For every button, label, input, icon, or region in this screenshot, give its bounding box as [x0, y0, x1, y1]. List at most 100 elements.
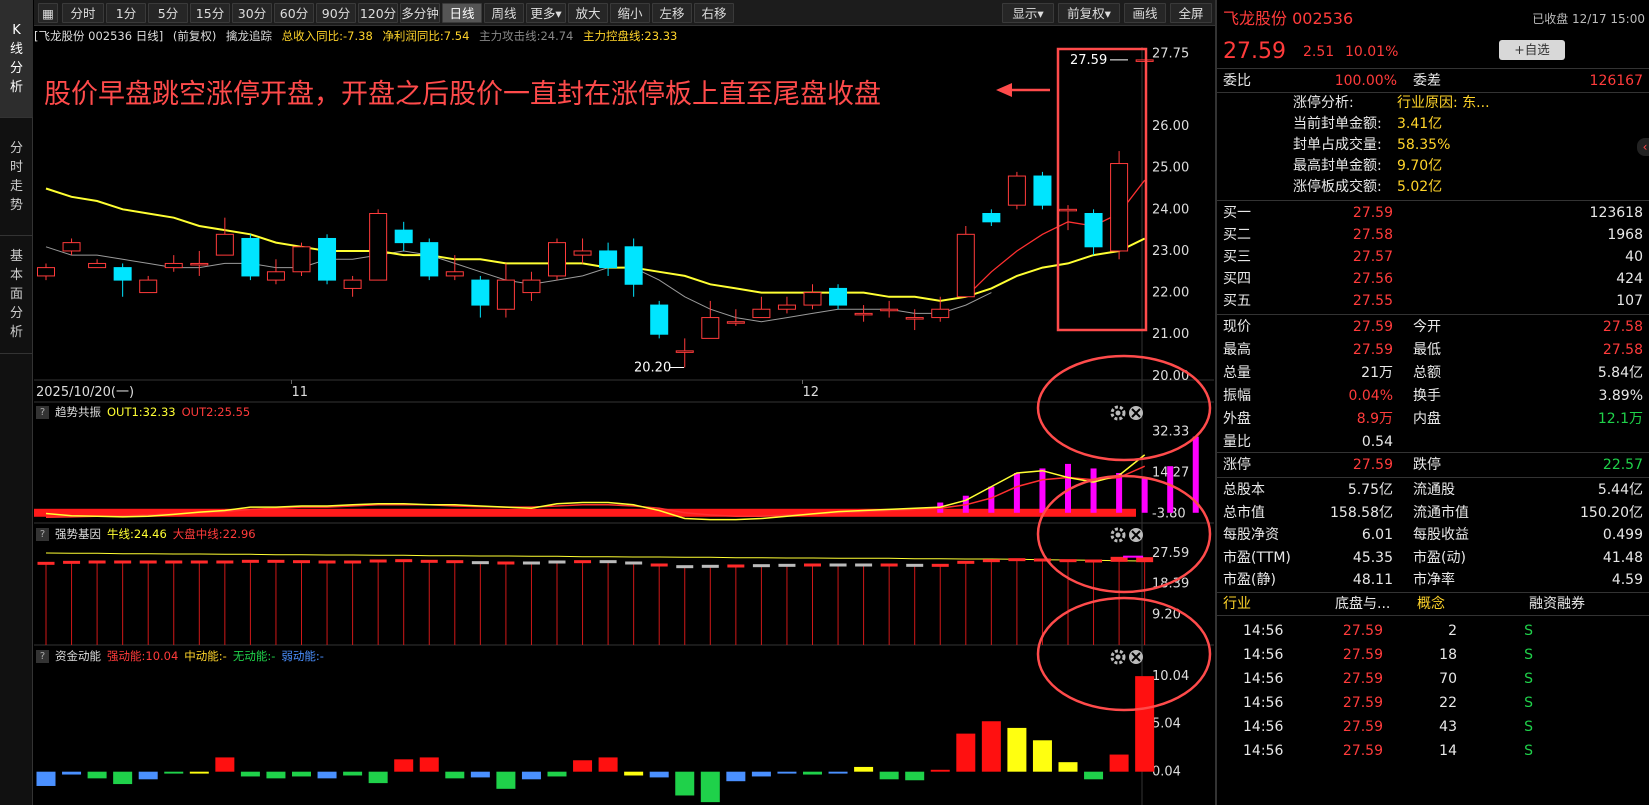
- tick-volume: 2: [1448, 623, 1457, 639]
- toolbar-more-button[interactable]: 更多▾: [526, 3, 566, 23]
- toolbar-m90-button[interactable]: 90分: [316, 3, 356, 23]
- fund-label: 总市值: [1223, 504, 1265, 521]
- add-favorite-button[interactable]: +自选: [1499, 40, 1565, 60]
- tick-price: 27.59: [1342, 719, 1383, 735]
- toolbar-m60-button[interactable]: 60分: [274, 3, 314, 23]
- stat-label: 量比: [1223, 434, 1251, 450]
- stat-value: 27.59: [1352, 342, 1393, 358]
- fund-label: 总股本: [1223, 482, 1265, 498]
- p3-bar: [240, 771, 260, 777]
- toolbar-fuquan-button[interactable]: 前复权▾: [1058, 3, 1120, 23]
- candle[interactable]: [292, 242, 311, 276]
- price-tick-label: 21.00: [1152, 327, 1189, 342]
- limit-up-value: 9.70亿: [1397, 158, 1443, 174]
- candle[interactable]: [318, 234, 337, 285]
- panel1-title[interactable]: 趋势共振: [55, 405, 101, 419]
- fund-label: 市盈(TTM): [1223, 549, 1291, 566]
- tick-side: S: [1524, 743, 1533, 759]
- p3-bar: [113, 771, 133, 785]
- toolbar-right-button[interactable]: 右移: [694, 3, 734, 23]
- limit-up-label: 当前封单金额:: [1293, 116, 1382, 132]
- bid-volume: 40: [1625, 249, 1643, 265]
- help-icon[interactable]: ?: [36, 406, 49, 419]
- info-tabs: 行业 底盘与... 概念 融资融券: [1217, 593, 1649, 615]
- tick-volume: 18: [1439, 647, 1457, 663]
- toolbar-m30-button[interactable]: 30分: [232, 3, 272, 23]
- fuquan-label: (前复权): [172, 29, 217, 43]
- info-tab-0[interactable]: 行业: [1223, 593, 1251, 615]
- collapse-arrow-icon[interactable]: ‹: [1637, 138, 1649, 156]
- fund-label: 市净率: [1413, 572, 1455, 588]
- panel3-title[interactable]: 资金动能: [55, 649, 101, 663]
- p3-bar: [87, 771, 107, 779]
- limit-up-value: 行业原因: 东...: [1397, 95, 1490, 111]
- stat-value: 5.84亿: [1597, 365, 1643, 381]
- toolbar-zoomout-button[interactable]: 缩小: [610, 3, 650, 23]
- info-tab-2[interactable]: 概念: [1417, 593, 1445, 615]
- vtab-1[interactable]: 分时走势: [0, 118, 33, 236]
- info-tab-1[interactable]: 底盘与...: [1335, 593, 1390, 615]
- bid-price: 27.56: [1352, 271, 1393, 287]
- panel2-market-line: 大盘中线:22.96: [172, 527, 256, 541]
- p3-bar: [189, 771, 209, 774]
- toolbar-m1-button[interactable]: 1分: [106, 3, 146, 23]
- revenue-yoy: 总收入同比:-7.38: [281, 29, 373, 43]
- panel3-weak: 弱动能:-: [281, 649, 324, 663]
- p3-tick-label: 0.04: [1152, 764, 1181, 779]
- candle[interactable]: [650, 300, 669, 339]
- toolbar-m15-button[interactable]: 15分: [190, 3, 230, 23]
- candle[interactable]: [420, 238, 439, 281]
- bid-label: 买四: [1223, 271, 1251, 287]
- candle[interactable]: [829, 284, 848, 310]
- p1-bar: [1141, 477, 1148, 513]
- indicator-name[interactable]: 擒龙追踪: [226, 29, 272, 43]
- p3-bar: [394, 759, 414, 772]
- toolbar-day-button[interactable]: 日线: [442, 3, 482, 23]
- toolbar-m5-button[interactable]: 5分: [148, 3, 188, 23]
- market-status: 已收盘 12/17 15:00: [1532, 12, 1645, 26]
- panel2-title[interactable]: 强势基因: [55, 527, 101, 541]
- sep: [1217, 314, 1649, 315]
- candle[interactable]: [956, 225, 975, 298]
- fund-row: 市盈(TTM) 45.35 市盈(动) 41.48: [1217, 547, 1649, 569]
- candle[interactable]: [548, 238, 566, 281]
- candle[interactable]: [241, 234, 260, 281]
- candle[interactable]: [1135, 59, 1154, 62]
- toolbar-fenshi-button[interactable]: 分时: [62, 3, 104, 23]
- toolbar-multi-button[interactable]: 多分钟: [400, 3, 440, 23]
- bid-price: 27.59: [1352, 205, 1393, 221]
- toolbar-zoomin-button[interactable]: 放大: [568, 3, 608, 23]
- vtab-2[interactable]: 基本面分析: [0, 236, 33, 354]
- toolbar-full-button[interactable]: 全屏: [1170, 3, 1212, 23]
- bid-row: 买三 27.57 40: [1217, 246, 1649, 268]
- candle[interactable]: [1110, 151, 1129, 260]
- sep: [1217, 68, 1649, 69]
- help-icon[interactable]: ?: [36, 650, 49, 663]
- tick-side: S: [1524, 647, 1533, 663]
- chart-area[interactable]: 27.7526.0025.0024.0023.0022.0021.0020.00…: [34, 47, 1214, 805]
- toolbar-draw-button[interactable]: 画线: [1124, 3, 1166, 23]
- p3-bar: [828, 771, 848, 774]
- candle[interactable]: [1033, 171, 1052, 210]
- toolbar-m120-button[interactable]: 120分: [358, 3, 398, 23]
- tick-price: 27.59: [1342, 695, 1383, 711]
- toolbar-week-button[interactable]: 周线: [484, 3, 524, 23]
- bid-volume: 123618: [1589, 205, 1643, 221]
- vtab-0[interactable]: K线分析: [0, 0, 33, 118]
- limit-up-label: 最高封单金额:: [1293, 158, 1382, 174]
- toolbar-show-button[interactable]: 显示▾: [1002, 3, 1054, 23]
- trade-tick-row: 14:56 27.59 22 S: [1217, 692, 1649, 714]
- p3-tick-label: 10.04: [1152, 669, 1189, 684]
- candle[interactable]: [369, 209, 388, 281]
- p2-tick-label: 27.59: [1152, 546, 1189, 561]
- toolbar-icon-button[interactable]: ▦: [38, 3, 58, 23]
- toolbar-left-button[interactable]: 左移: [652, 3, 692, 23]
- help-icon[interactable]: ?: [36, 528, 49, 541]
- tick-price: 27.59: [1342, 647, 1383, 663]
- p3-bar: [956, 733, 976, 772]
- chart-bg: [34, 47, 1214, 805]
- info-tab-3[interactable]: 融资融券: [1529, 593, 1585, 615]
- panel1-header: ? 趋势共振 OUT1:32.33 OUT2:25.55: [34, 402, 1284, 423]
- period-toolbar: ▦ 分时 1分 5分 15分 30分 60分 90分 120分 多分钟 日线 周线 更多▾ 放大 缩小 左移右…: [34, 0, 1284, 26]
- candle[interactable]: [1007, 171, 1026, 210]
